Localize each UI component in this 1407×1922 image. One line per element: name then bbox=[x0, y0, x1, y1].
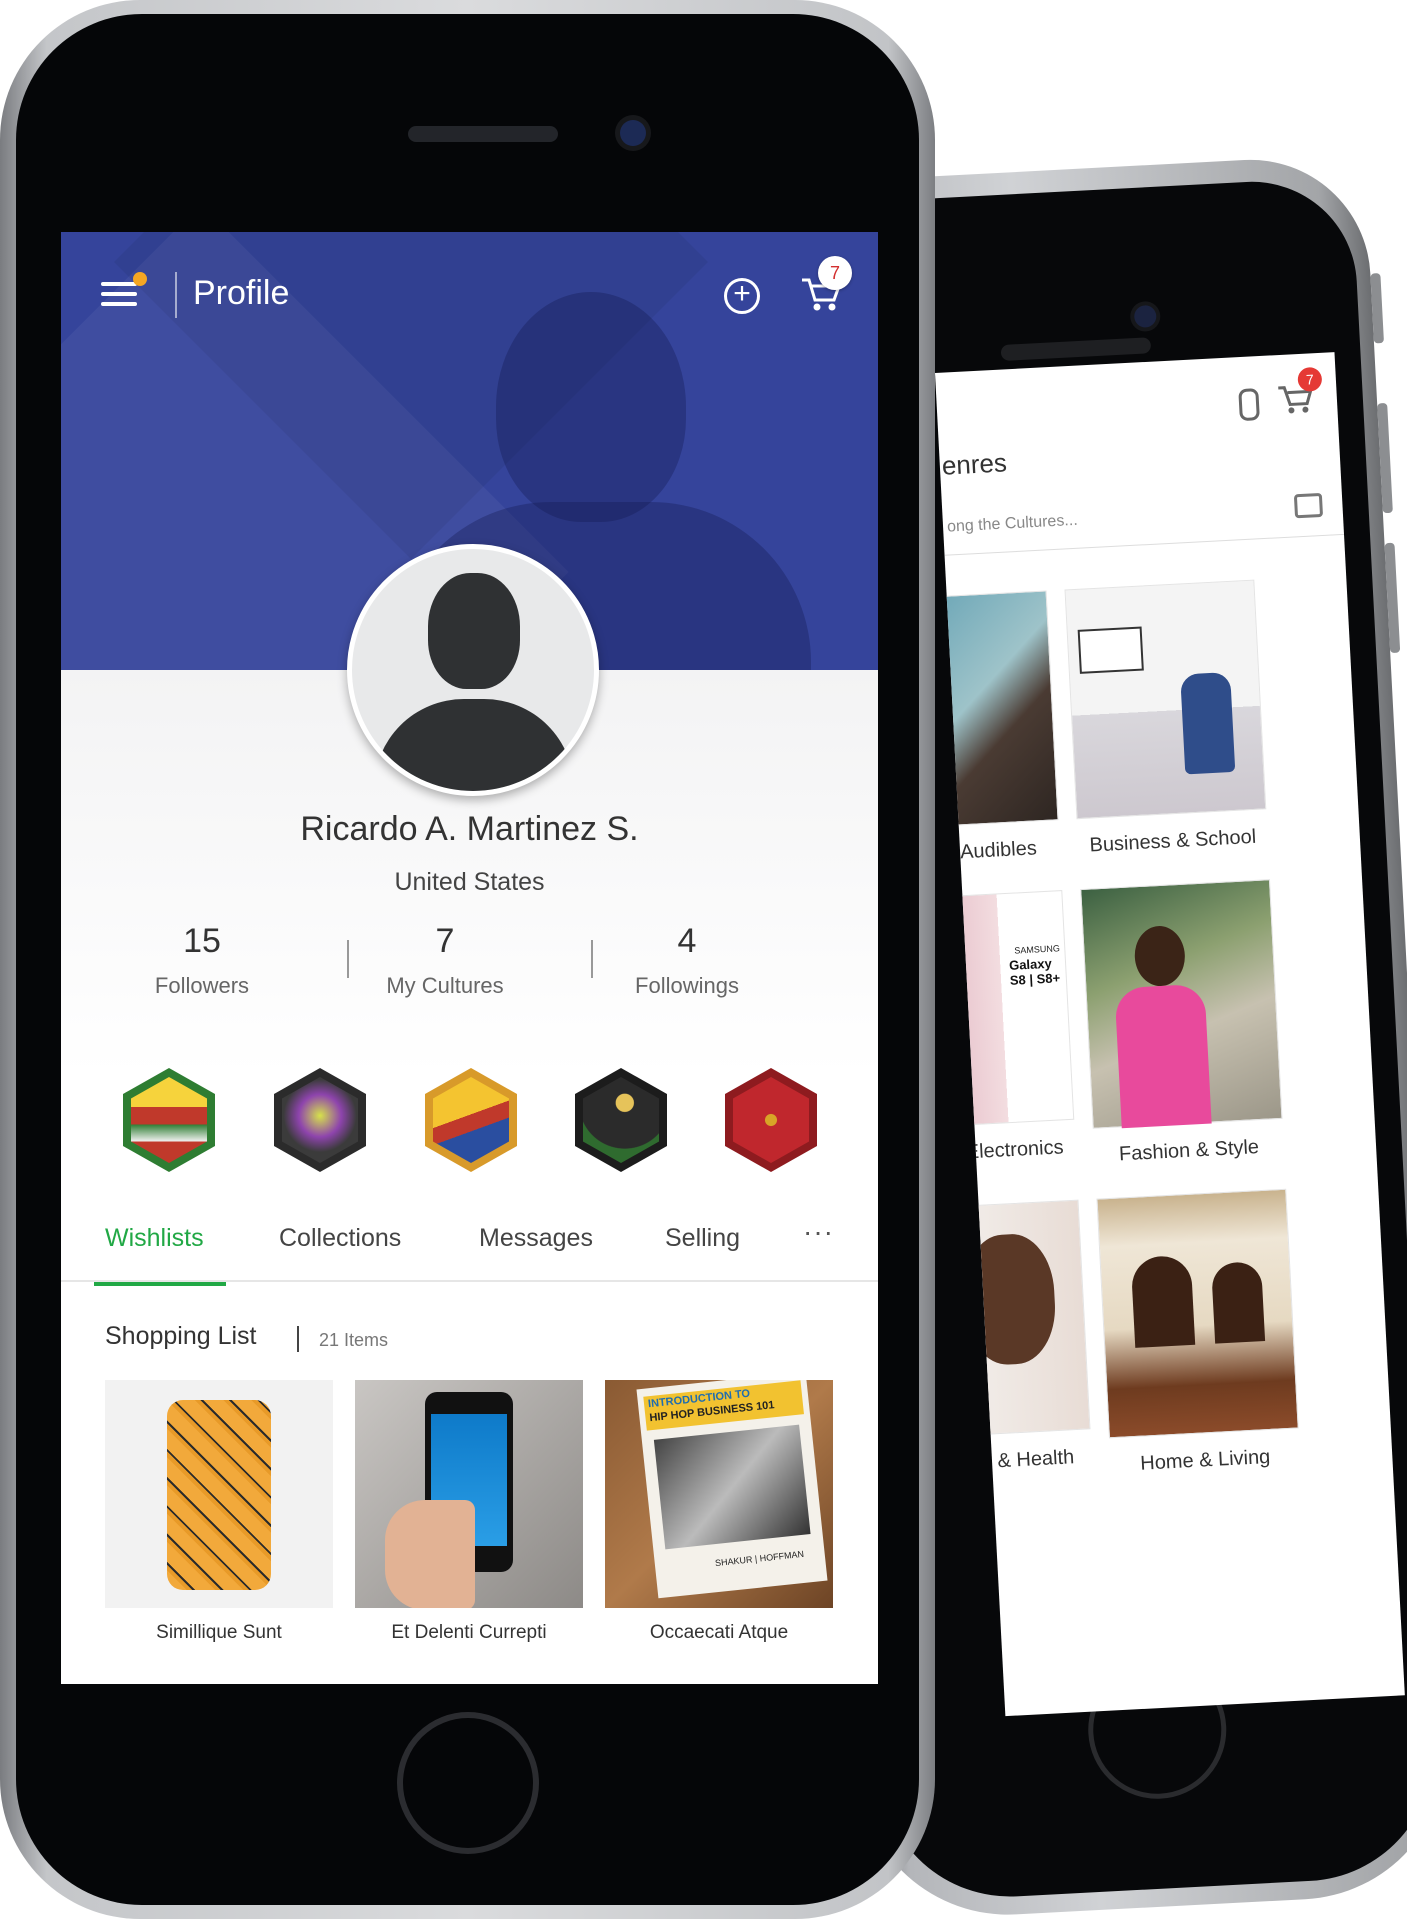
add-icon[interactable]: + bbox=[724, 278, 760, 314]
crescent-mosque-icon[interactable] bbox=[575, 1068, 667, 1172]
tab-selling[interactable]: Selling bbox=[665, 1224, 740, 1253]
product-name: Occaecati Atque bbox=[649, 1622, 789, 1643]
microphone-icon[interactable] bbox=[1238, 388, 1260, 422]
stat-label: Followers bbox=[154, 973, 250, 998]
front-phone-speaker bbox=[408, 126, 558, 142]
user-country: United States bbox=[394, 868, 545, 896]
product-card[interactable]: Simillique Sunt bbox=[105, 1380, 333, 1644]
maracas-icon[interactable] bbox=[425, 1068, 517, 1172]
profile-tabs: Wishlists Collections Messages Selling bbox=[61, 1224, 878, 1282]
product-name: Et Delenti Currepti bbox=[391, 1622, 547, 1643]
cart-count-badge: 7 bbox=[818, 256, 852, 290]
tab-wishlists[interactable]: Wishlists bbox=[105, 1224, 204, 1253]
category-label: Business & School bbox=[1088, 825, 1257, 857]
category-label: / Audibles bbox=[949, 837, 1038, 864]
avatar-shoulders bbox=[374, 699, 574, 791]
user-name: Ricardo A. Martinez S. bbox=[300, 810, 639, 848]
tab-collections[interactable]: Collections bbox=[279, 1224, 401, 1253]
front-phone-camera bbox=[620, 120, 646, 146]
product-image: INTRODUCTION TO HIP HOP BUSINESS 101 SHA… bbox=[605, 1380, 833, 1608]
shopping-list-count: 21 Items bbox=[319, 1330, 389, 1350]
category-label: Electronics bbox=[965, 1136, 1065, 1164]
chinese-calligraphy-icon[interactable] bbox=[725, 1068, 817, 1172]
stat-divider bbox=[591, 940, 593, 978]
back-phone-camera bbox=[1133, 304, 1157, 328]
camera-icon[interactable] bbox=[1293, 492, 1324, 519]
tab-messages[interactable]: Messages bbox=[479, 1224, 593, 1253]
back-phone-side-button bbox=[1370, 273, 1384, 344]
back-phone-side-button bbox=[1377, 402, 1393, 514]
avatar[interactable] bbox=[347, 544, 599, 796]
category-label: Fashion & Style bbox=[1118, 1136, 1260, 1166]
culture-badges bbox=[61, 1068, 878, 1178]
product-card[interactable]: Et Delenti Currepti bbox=[355, 1380, 583, 1644]
category-image bbox=[1096, 1188, 1299, 1439]
category-label: y & Health bbox=[981, 1446, 1075, 1474]
product-name: Simillique Sunt bbox=[156, 1622, 282, 1643]
stat-value: 7 bbox=[435, 922, 455, 960]
category-image bbox=[1080, 879, 1283, 1129]
stat-value: 15 bbox=[183, 922, 221, 960]
stat-label: Followings bbox=[635, 973, 739, 998]
active-tab-indicator bbox=[94, 1282, 226, 1286]
product-image bbox=[355, 1380, 583, 1608]
graffiti-music-icon[interactable] bbox=[274, 1068, 366, 1172]
category-image bbox=[1064, 579, 1267, 820]
category-tile[interactable]: Business & School bbox=[1064, 579, 1269, 859]
cart-count-badge: 7 bbox=[1297, 366, 1323, 393]
cover-silhouette bbox=[496, 292, 686, 522]
back-phone-side-button bbox=[1384, 542, 1401, 654]
stat-label: My Cultures bbox=[386, 973, 504, 998]
title-divider bbox=[175, 272, 177, 318]
category-tile[interactable]: Fashion & Style bbox=[1080, 879, 1284, 1168]
book-authors: SHAKUR | HOFFMAN bbox=[714, 1548, 805, 1569]
shopping-list-title: Shopping List bbox=[105, 1322, 257, 1350]
samsung-brand-text: SAMSUNG bbox=[1014, 943, 1061, 956]
mexican-sombrero-icon[interactable] bbox=[123, 1068, 215, 1172]
profile-stats: 15 Followers 7 My Cultures 4 Followings bbox=[61, 922, 878, 1002]
product-card[interactable]: INTRODUCTION TO HIP HOP BUSINESS 101 SHA… bbox=[605, 1380, 833, 1644]
search-placeholder: ong the Cultures... bbox=[946, 511, 1079, 536]
stat-divider bbox=[347, 940, 349, 978]
product-image bbox=[105, 1380, 333, 1608]
back-phone-speaker bbox=[1000, 337, 1152, 362]
category-grid: / Audibles Business & School SAMSUNG Gal… bbox=[936, 575, 1346, 1475]
front-phone-home-button[interactable] bbox=[397, 1712, 539, 1854]
page-title: Profile bbox=[193, 274, 290, 312]
avatar-head bbox=[428, 573, 520, 689]
more-icon[interactable]: ··· bbox=[803, 1216, 834, 1248]
list-divider bbox=[297, 1326, 299, 1352]
profile-screen: Profile + 7 Ricardo A. Martinez S. Unite… bbox=[61, 232, 878, 1684]
stat-my-cultures[interactable]: 7 My Cultures bbox=[325, 922, 565, 999]
stat-followings[interactable]: 4 Followings bbox=[567, 922, 807, 999]
category-tile[interactable]: Home & Living bbox=[1096, 1188, 1300, 1478]
galaxy-ad-text: Galaxy S8 | S8+ bbox=[1008, 955, 1061, 988]
stat-value: 4 bbox=[677, 922, 697, 960]
category-label: Home & Living bbox=[1139, 1445, 1271, 1475]
notification-dot bbox=[133, 272, 147, 286]
stat-followers[interactable]: 15 Followers bbox=[82, 922, 322, 999]
back-phone-screen: 7 enres ong the Cultures... / Audibles B… bbox=[935, 352, 1405, 1717]
